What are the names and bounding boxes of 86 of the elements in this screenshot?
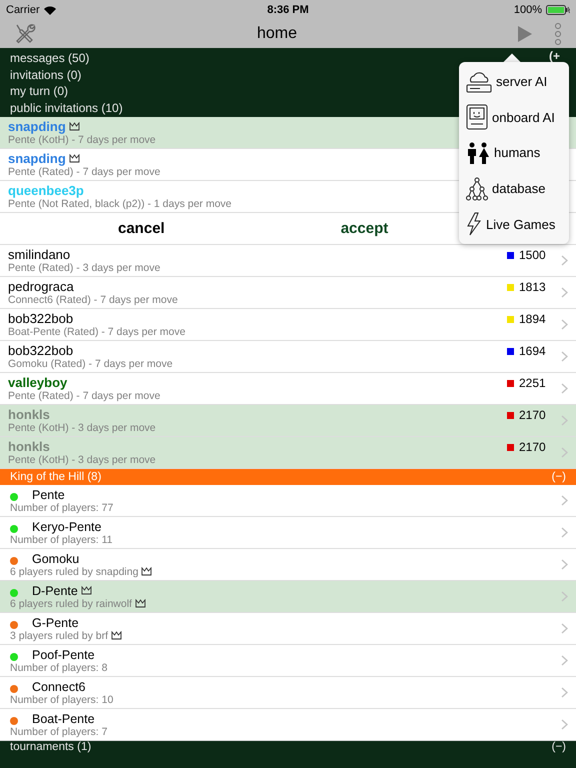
hill-detail: Number of players: 77 xyxy=(10,502,114,514)
game-name: G-Pente xyxy=(32,616,79,630)
chevron-icon xyxy=(561,719,568,730)
game-name: Connect6 xyxy=(32,680,86,694)
chevron-icon xyxy=(561,655,568,666)
people-icon xyxy=(466,142,490,164)
chevron-icon xyxy=(561,687,568,698)
game-name: Pente xyxy=(32,488,65,502)
chevron-icon xyxy=(561,591,568,602)
summary-link[interactable]: messages (50) xyxy=(10,50,123,66)
carrier-label: Carrier xyxy=(6,4,40,16)
player-name: bob322bob xyxy=(8,311,74,326)
game-detail: Pente (KotH) - 7 days per move xyxy=(8,134,157,146)
game-name: Poof-Pente xyxy=(32,648,95,662)
lightning-icon xyxy=(466,212,482,236)
game-detail: Pente (Rated) - 7 days per move xyxy=(8,390,162,402)
game-detail: Pente (Rated) - 7 days per move xyxy=(8,166,162,178)
player-rating: 1500 xyxy=(519,248,546,262)
chevron-icon xyxy=(561,351,568,362)
chevron-icon xyxy=(561,383,568,394)
player-name: smilindano xyxy=(8,247,72,262)
hill-detail: Number of players: 7 xyxy=(10,726,108,738)
screen-title: home xyxy=(256,25,298,43)
game-detail: Connect6 (Rated) - 7 days per move xyxy=(8,294,179,306)
tools-icon[interactable] xyxy=(14,23,36,45)
chevron-icon xyxy=(561,527,568,538)
chevron-icon xyxy=(561,415,568,426)
more-options-icon[interactable] xyxy=(554,23,562,45)
chevron-icon xyxy=(561,559,568,570)
section-title: tournaments (1) xyxy=(10,741,92,753)
player-name: queenbee3p xyxy=(8,183,84,198)
cancel-button[interactable]: cancel xyxy=(110,216,173,241)
chevron-icon xyxy=(561,495,568,506)
battery-icon xyxy=(546,5,570,15)
game-name: Gomoku xyxy=(32,552,80,566)
game-name: D-Pente xyxy=(32,584,78,598)
section-header[interactable]: tournaments (1) (−) xyxy=(0,741,576,768)
chevron-icon xyxy=(561,255,568,266)
player-name: honkls xyxy=(8,439,51,454)
player-name: pedrograca xyxy=(8,279,75,294)
hill-detail: Number of players: 8 xyxy=(10,662,108,674)
hill-detail: 6 players ruled by rainwolf xyxy=(10,598,132,610)
accept-button[interactable]: accept xyxy=(332,216,396,241)
player-rating: 1894 xyxy=(519,312,546,326)
chevron-icon xyxy=(561,319,568,330)
game-row[interactable]: honkls Pente (KotH) - 3 days per move 2170 xyxy=(0,405,576,437)
player-name: snapding xyxy=(8,151,66,166)
player-name: valleyboy xyxy=(8,375,68,390)
clock-time: 8:36 PM xyxy=(267,4,309,16)
play-icon[interactable] xyxy=(518,26,532,42)
summary-link[interactable]: my turn (0) xyxy=(10,83,123,100)
chevron-icon xyxy=(561,447,568,458)
game-detail: Pente (KotH) - 3 days per move xyxy=(8,454,157,466)
hill-detail: 6 players ruled by snapding xyxy=(10,566,138,578)
summary-link[interactable]: invitations (0) xyxy=(10,66,123,83)
player-name: snapding xyxy=(8,119,66,134)
player-name: bob322bob xyxy=(8,343,74,358)
game-name: Keryo-Pente xyxy=(32,520,102,534)
game-detail: Pente (Not Rated, black (p2)) - 1 days per move xyxy=(8,198,233,210)
game-detail: Pente (KotH) - 3 days per move xyxy=(8,422,157,434)
chevron-icon xyxy=(561,287,568,298)
player-rating: 2251 xyxy=(519,376,546,390)
player-rating: 2170 xyxy=(519,408,546,422)
game-detail: Gomoku (Rated) - 7 days per move xyxy=(8,358,174,370)
game-detail: Pente (Rated) - 3 days per move xyxy=(8,262,162,274)
wifi-icon xyxy=(44,6,56,14)
cloud-server-icon xyxy=(466,70,492,94)
game-row[interactable]: honkls Pente (KotH) - 3 days per move 2170 xyxy=(0,437,576,469)
player-rating: 2170 xyxy=(519,440,546,454)
menu-item[interactable]: server AI xyxy=(459,64,569,100)
hill-detail: 3 players ruled by brf xyxy=(10,630,108,642)
battery-percent: 100% xyxy=(514,4,542,16)
section-title: King of the Hill (8) xyxy=(10,471,102,483)
chevron-icon xyxy=(561,623,568,634)
player-rating: 1813 xyxy=(519,280,546,294)
game-name: Boat-Pente xyxy=(32,712,95,726)
tree-diagram-icon xyxy=(466,176,488,201)
player-rating: 1694 xyxy=(519,344,546,358)
computer-icon xyxy=(466,104,488,130)
collapse-toggle[interactable]: (−) xyxy=(552,741,566,753)
game-detail: Boat-Pente (Rated) - 7 days per move xyxy=(8,326,186,338)
hill-detail: Number of players: 10 xyxy=(10,694,114,706)
player-name: honkls xyxy=(8,407,51,422)
summary-link[interactable]: public invitations (10) xyxy=(10,100,123,116)
hill-row[interactable]: D-Pente 6 players ruled by rainwolf xyxy=(0,581,576,613)
hill-detail: Number of players: 11 xyxy=(10,534,113,546)
